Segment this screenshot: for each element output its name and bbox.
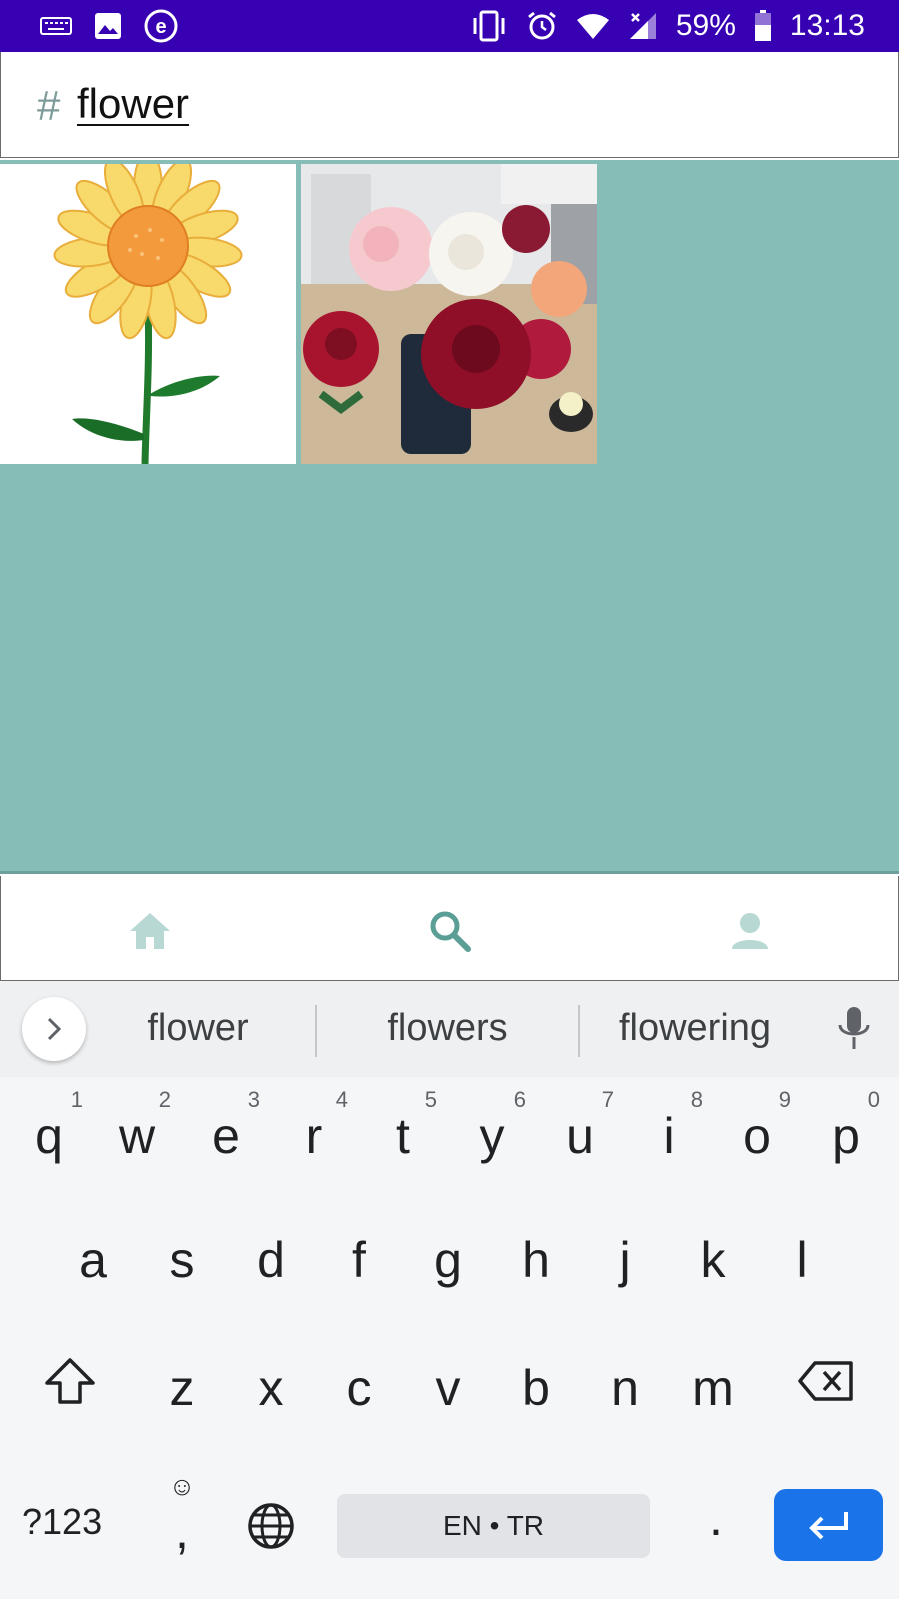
image-icon bbox=[94, 12, 122, 40]
suggestion-divider bbox=[315, 1005, 317, 1057]
key-t[interactable]: 5t bbox=[363, 1079, 443, 1179]
keyboard-icon bbox=[40, 16, 72, 36]
key-l[interactable]: l bbox=[762, 1203, 842, 1303]
key-n[interactable]: n bbox=[585, 1331, 665, 1431]
search-icon[interactable] bbox=[425, 906, 475, 956]
suggestion-3[interactable]: flowering bbox=[600, 1007, 790, 1050]
key-y[interactable]: 6y bbox=[452, 1079, 532, 1179]
chevron-right-icon bbox=[47, 1017, 62, 1041]
key-z[interactable]: z bbox=[142, 1331, 222, 1431]
results-grid bbox=[0, 160, 899, 874]
battery-icon bbox=[754, 10, 772, 42]
vibrate-icon bbox=[470, 10, 508, 42]
svg-text:e: e bbox=[155, 16, 166, 38]
key-g[interactable]: g bbox=[408, 1203, 488, 1303]
shift-icon bbox=[45, 1358, 95, 1404]
expand-toolbar-button[interactable] bbox=[22, 997, 86, 1061]
suggestion-bar: flower flowers flowering bbox=[0, 981, 899, 1077]
profile-icon[interactable] bbox=[725, 906, 775, 956]
search-input[interactable]: flower bbox=[77, 80, 189, 128]
key-i[interactable]: 8i bbox=[629, 1079, 709, 1179]
hashtag-symbol: # bbox=[37, 82, 61, 129]
key-d[interactable]: d bbox=[231, 1203, 311, 1303]
key-s[interactable]: s bbox=[142, 1203, 222, 1303]
suggestion-divider bbox=[578, 1005, 580, 1057]
globe-icon bbox=[248, 1503, 294, 1549]
key-q[interactable]: 1q bbox=[9, 1079, 89, 1179]
key-b[interactable]: b bbox=[496, 1331, 576, 1431]
period-key[interactable]: . bbox=[676, 1461, 756, 1561]
suggestion-2[interactable]: flowers bbox=[360, 1007, 535, 1050]
alarm-icon bbox=[526, 10, 558, 42]
key-a[interactable]: a bbox=[53, 1203, 133, 1303]
key-f[interactable]: f bbox=[319, 1203, 399, 1303]
backspace-icon bbox=[798, 1361, 853, 1401]
key-x[interactable]: x bbox=[231, 1331, 311, 1431]
signal-icon bbox=[628, 11, 658, 41]
shift-key[interactable] bbox=[30, 1331, 110, 1431]
key-r[interactable]: 4r bbox=[274, 1079, 354, 1179]
roses-bouquet-image[interactable] bbox=[301, 164, 597, 464]
key-m[interactable]: m bbox=[673, 1331, 753, 1431]
battery-percent: 59% bbox=[675, 9, 736, 42]
e-app-icon: e bbox=[144, 9, 178, 43]
status-bar: e 59% 13:13 bbox=[0, 0, 899, 52]
enter-icon bbox=[808, 1512, 848, 1540]
enter-key[interactable] bbox=[774, 1489, 883, 1561]
bottom-navigation bbox=[0, 876, 899, 981]
key-v[interactable]: v bbox=[408, 1331, 488, 1431]
backspace-key[interactable] bbox=[786, 1331, 866, 1431]
key-k[interactable]: k bbox=[673, 1203, 753, 1303]
language-globe-key[interactable] bbox=[231, 1476, 311, 1576]
key-h[interactable]: h bbox=[496, 1203, 576, 1303]
key-p[interactable]: 0p bbox=[806, 1079, 886, 1179]
wifi-icon bbox=[576, 12, 610, 40]
key-j[interactable]: j bbox=[585, 1203, 665, 1303]
key-w[interactable]: 2w bbox=[97, 1079, 177, 1179]
symbols-key[interactable]: ?123 bbox=[22, 1501, 102, 1543]
soft-keyboard: flower flowers flowering 1q 2w 3e 4r 5t … bbox=[0, 981, 899, 1599]
key-o[interactable]: 9o bbox=[717, 1079, 797, 1179]
home-icon[interactable] bbox=[125, 906, 175, 956]
space-bar[interactable]: EN • TR bbox=[337, 1494, 650, 1558]
key-e[interactable]: 3e bbox=[186, 1079, 266, 1179]
key-u[interactable]: 7u bbox=[540, 1079, 620, 1179]
search-header: # flower bbox=[0, 52, 899, 158]
mic-icon[interactable] bbox=[836, 1005, 872, 1056]
comma-emoji-key[interactable]: ☺ , bbox=[142, 1461, 222, 1561]
emoji-icon: ☺ bbox=[168, 1471, 196, 1501]
suggestion-1[interactable]: flower bbox=[120, 1007, 276, 1050]
clock: 13:13 bbox=[789, 9, 865, 42]
key-c[interactable]: c bbox=[319, 1331, 399, 1431]
sunflower-image[interactable] bbox=[0, 164, 296, 464]
